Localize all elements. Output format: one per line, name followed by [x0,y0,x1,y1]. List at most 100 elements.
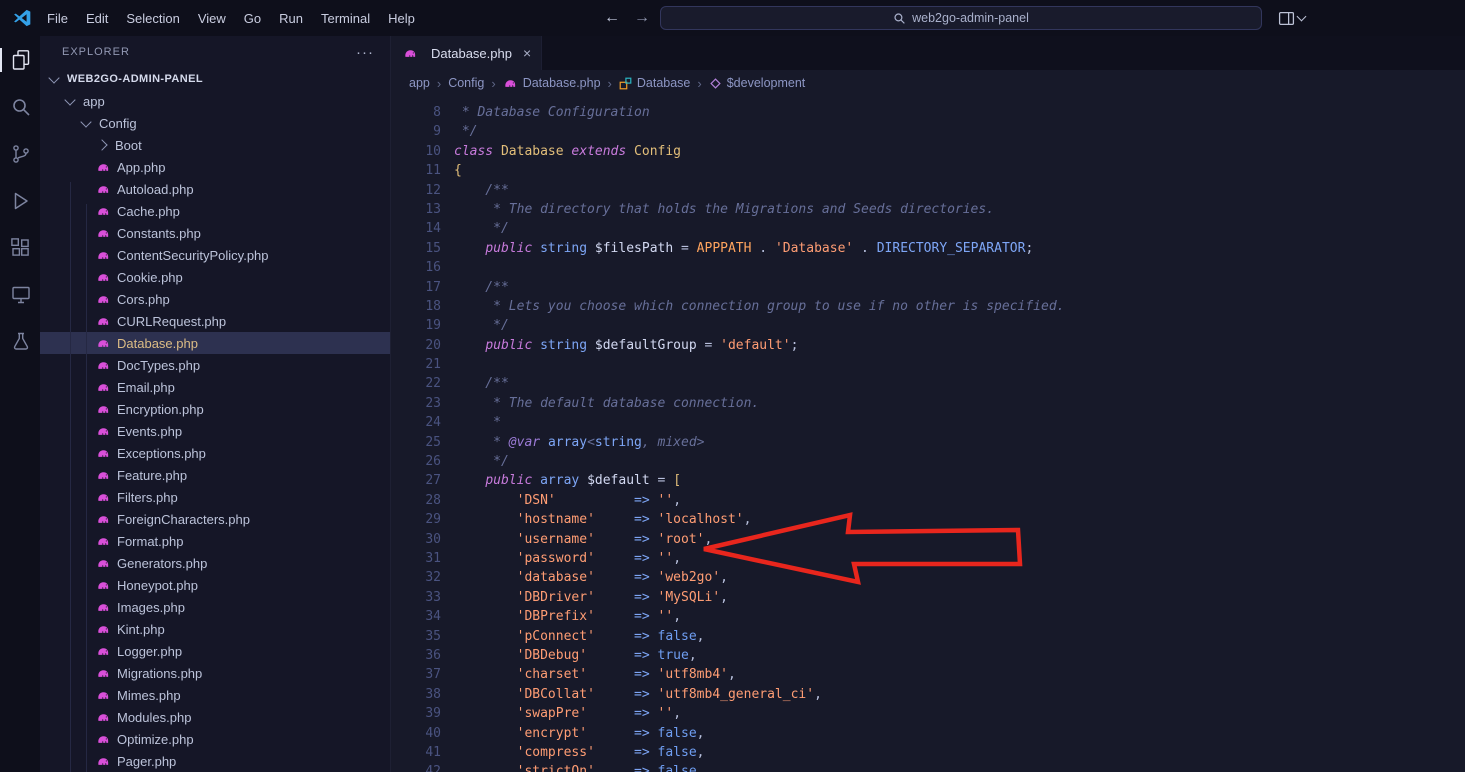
code-line[interactable]: 'DBDriver' => 'MySQLi', [454,588,1064,607]
code-line[interactable]: { [454,161,1064,180]
code-line[interactable]: 'database' => 'web2go', [454,568,1064,587]
file-item[interactable]: Database.php [40,332,390,354]
file-item[interactable]: DocTypes.php [40,354,390,376]
code-line[interactable]: public string $defaultGroup = 'default'; [454,336,1064,355]
file-item[interactable]: Generators.php [40,552,390,574]
code-line[interactable]: class Database extends Config [454,142,1064,161]
menu-help[interactable]: Help [379,11,424,26]
file-item[interactable]: Mimes.php [40,684,390,706]
extensions-icon[interactable] [0,236,40,260]
menu-go[interactable]: Go [235,11,270,26]
breadcrumb-item[interactable]: $development [709,76,806,90]
code-line[interactable]: 'DBPrefix' => '', [454,607,1064,626]
code-line[interactable]: 'password' => '', [454,549,1064,568]
folder-item[interactable]: app [40,90,390,112]
command-center-search[interactable]: web2go-admin-panel [660,6,1262,30]
code-line[interactable]: * The default database connection. [454,394,1064,413]
code-line[interactable]: 'DBDebug' => true, [454,646,1064,665]
code-line[interactable] [454,355,1064,374]
folder-item[interactable]: WEB2GO-ADMIN-PANEL [40,68,390,90]
file-item[interactable]: Kint.php [40,618,390,640]
file-item[interactable]: CURLRequest.php [40,310,390,332]
forward-arrow-icon[interactable] [634,9,650,27]
code-line[interactable]: 'DSN' => '', [454,491,1064,510]
back-arrow-icon[interactable] [604,9,620,27]
code-line[interactable]: 'hostname' => 'localhost', [454,510,1064,529]
code-line[interactable]: * @var array<string, mixed> [454,433,1064,452]
breadcrumb-item[interactable]: app [409,76,430,90]
file-item[interactable]: App.php [40,156,390,178]
file-item[interactable]: Filters.php [40,486,390,508]
menu-edit[interactable]: Edit [77,11,117,26]
code-line[interactable] [454,258,1064,277]
file-item[interactable]: Feature.php [40,464,390,486]
code-line[interactable]: 'DBCollat' => 'utf8mb4_general_ci', [454,685,1064,704]
line-number: 8 [391,103,441,122]
search-icon-activity[interactable] [0,95,40,119]
explorer-icon[interactable] [0,48,40,72]
remote-explorer-icon[interactable] [0,283,40,307]
file-item[interactable]: Optimize.php [40,728,390,750]
file-item[interactable]: ForeignCharacters.php [40,508,390,530]
line-number: 16 [391,258,441,277]
file-item[interactable]: Honeypot.php [40,574,390,596]
file-item[interactable]: Images.php [40,596,390,618]
layout-toggle-button[interactable] [1278,10,1305,27]
code-line[interactable]: */ [454,452,1064,471]
folder-item[interactable]: Boot [40,134,390,156]
file-item[interactable]: Events.php [40,420,390,442]
code-line[interactable]: 'pConnect' => false, [454,627,1064,646]
file-item[interactable]: Cors.php [40,288,390,310]
code-line[interactable]: */ [454,122,1064,141]
file-item[interactable]: Cache.php [40,200,390,222]
code-line[interactable]: * Database Configuration [454,103,1064,122]
code-line[interactable]: /** [454,374,1064,393]
run-debug-icon[interactable] [0,189,40,213]
code-line[interactable]: 'swapPre' => '', [454,704,1064,723]
folder-item[interactable]: Config [40,112,390,134]
testing-icon[interactable] [0,330,40,354]
tab-database-php[interactable]: Database.php [391,36,542,70]
file-item[interactable]: Constants.php [40,222,390,244]
file-item[interactable]: Email.php [40,376,390,398]
breadcrumb-item[interactable]: Database.php [503,76,601,91]
source-control-icon[interactable] [0,142,40,166]
code-line[interactable]: public array $default = [ [454,471,1064,490]
close-tab-icon[interactable] [523,45,531,61]
code-content[interactable]: * Database Configuration */class Databas… [454,103,1064,772]
file-item[interactable]: Logger.php [40,640,390,662]
file-item[interactable]: Autoload.php [40,178,390,200]
code-line[interactable]: * The directory that holds the Migration… [454,200,1064,219]
more-actions-icon[interactable] [356,44,374,61]
breadcrumb-item[interactable]: Config [448,76,484,90]
line-number: 11 [391,161,441,180]
code-line[interactable]: 'compress' => false, [454,743,1064,762]
code-line[interactable]: /** [454,181,1064,200]
code-line[interactable]: * [454,413,1064,432]
file-item[interactable]: Migrations.php [40,662,390,684]
file-item[interactable]: Exceptions.php [40,442,390,464]
file-item[interactable]: Pager.php [40,750,390,772]
code-line[interactable]: 'charset' => 'utf8mb4', [454,665,1064,684]
code-line[interactable]: /** [454,278,1064,297]
code-line[interactable]: */ [454,316,1064,335]
code-line[interactable]: public string $filesPath = APPPATH . 'Da… [454,239,1064,258]
breadcrumb-item[interactable]: Database [619,76,691,90]
menu-selection[interactable]: Selection [117,11,188,26]
file-item[interactable]: Format.php [40,530,390,552]
menu-view[interactable]: View [189,11,235,26]
line-number: 36 [391,646,441,665]
tree-item-label: Constants.php [117,226,201,241]
code-line[interactable]: 'encrypt' => false, [454,724,1064,743]
code-line[interactable]: 'strictOn' => false, [454,762,1064,772]
file-item[interactable]: Cookie.php [40,266,390,288]
menu-run[interactable]: Run [270,11,312,26]
code-line[interactable]: */ [454,219,1064,238]
code-line[interactable]: 'username' => 'root', [454,530,1064,549]
menu-file[interactable]: File [38,11,77,26]
file-item[interactable]: ContentSecurityPolicy.php [40,244,390,266]
file-item[interactable]: Modules.php [40,706,390,728]
code-line[interactable]: * Lets you choose which connection group… [454,297,1064,316]
file-item[interactable]: Encryption.php [40,398,390,420]
menu-terminal[interactable]: Terminal [312,11,379,26]
